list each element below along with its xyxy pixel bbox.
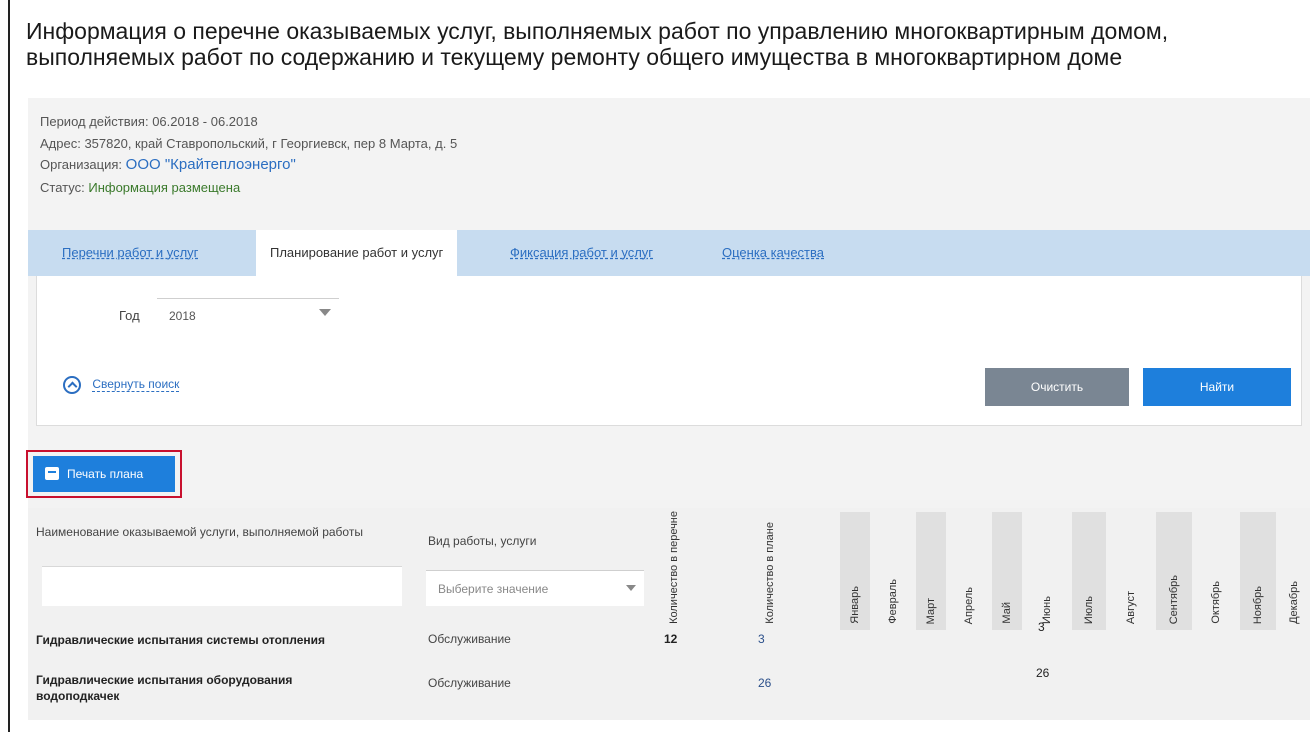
org-label: Организация: <box>40 157 123 172</box>
period-value: 06.2018 - 06.2018 <box>152 114 258 129</box>
col-header-qty-plan: Количество в плане <box>752 512 788 630</box>
status-value: Информация размещена <box>88 180 241 195</box>
month-label: Октябрь <box>1210 581 1222 624</box>
month-label: Июль <box>1083 595 1095 624</box>
year-select[interactable]: 2018 <box>157 298 339 328</box>
table-row-2-june: 26 <box>1036 666 1050 680</box>
address-value: 357820, край Ставропольский, г Георгиевс… <box>84 136 458 151</box>
col-header-qty-list-label: Количество в перечне <box>668 511 680 624</box>
col-header-qty-list: Количество в перечне <box>656 511 692 630</box>
month-label: Август <box>1125 590 1137 624</box>
table-row-2-qty-plan: 26 <box>758 676 772 690</box>
print-plan-button[interactable]: Печать плана <box>33 456 175 492</box>
print-highlight: Печать плана <box>26 450 182 498</box>
col-month-9: Сентябрь <box>1156 512 1192 630</box>
page-frame: Информация о перечне оказываемых услуг, … <box>8 0 1310 732</box>
collapse-search-label: Свернуть поиск <box>92 377 180 393</box>
col-month-12: Декабрь <box>1280 512 1308 630</box>
col-month-7: Июль <box>1072 512 1106 630</box>
kind-filter-select[interactable]: Выберите значение <box>426 570 644 606</box>
status-label: Статус: <box>40 180 85 195</box>
table-row-1-kind: Обслуживание <box>428 632 511 646</box>
period-label: Период действия: <box>40 114 149 129</box>
table-row-1-qty-plan: 3 <box>758 632 765 646</box>
month-label: Декабрь <box>1288 581 1300 624</box>
chevron-down-icon <box>319 309 331 316</box>
col-month-3: Март <box>916 512 946 630</box>
table-row-1-june: 3 <box>1038 620 1045 634</box>
name-filter-input[interactable] <box>42 566 402 606</box>
month-label: Май <box>1001 602 1013 624</box>
col-month-6: Июнь <box>1030 512 1064 630</box>
search-panel: Год 2018 Свернуть поиск Очистить Найти <box>36 276 1302 426</box>
page-title-line-1: Информация о перечне оказываемых услуг, … <box>26 18 1169 44</box>
month-label: Сентябрь <box>1168 574 1180 624</box>
table-row-2-name: Гидравлические испытания оборудования во… <box>36 673 293 703</box>
print-plan-label: Печать плана <box>67 467 144 481</box>
find-button[interactable]: Найти <box>1143 368 1291 406</box>
tab-quality[interactable]: Оценка качества <box>722 230 824 276</box>
col-month-8: Август <box>1114 512 1148 630</box>
col-month-5: Май <box>992 512 1022 630</box>
table-row-1-name: Гидравлические испытания системы отоплен… <box>36 633 325 647</box>
chevron-up-icon <box>63 376 81 394</box>
table-row-1-qty-list: 12 <box>664 632 678 646</box>
col-month-1: Январь <box>840 512 870 630</box>
address-line: Адрес: 357820, край Ставропольский, г Ге… <box>40 136 457 151</box>
collapse-search-link[interactable]: Свернуть поиск <box>63 376 180 394</box>
col-month-2: Февраль <box>878 512 908 630</box>
printer-icon <box>45 467 59 480</box>
col-header-kind: Вид работы, услуги <box>428 534 537 548</box>
status-line: Статус: Информация размещена <box>40 180 240 195</box>
table-row-2-kind: Обслуживание <box>428 676 511 690</box>
month-label: Февраль <box>887 579 899 624</box>
kind-filter-placeholder: Выберите значение <box>438 582 549 596</box>
year-value: 2018 <box>169 309 196 323</box>
year-label: Год <box>119 308 140 323</box>
month-label: Январь <box>849 586 861 624</box>
page-title-line-2: выполняемых работ по содержанию и текуще… <box>26 44 1123 70</box>
clear-button[interactable]: Очистить <box>985 368 1129 406</box>
col-month-4: Апрель <box>954 512 984 630</box>
month-label: Ноябрь <box>1252 585 1264 624</box>
chevron-down-icon <box>626 585 636 591</box>
address-label: Адрес: <box>40 136 81 151</box>
plan-table: Наименование оказываемой услуги, выполня… <box>28 508 1310 720</box>
period-line: Период действия: 06.2018 - 06.2018 <box>40 114 258 129</box>
org-link[interactable]: ООО "Крайтеплоэнерго" <box>126 156 296 173</box>
col-header-name: Наименование оказываемой услуги, выполня… <box>36 525 363 539</box>
tab-lists[interactable]: Перечни работ и услуг <box>62 230 198 276</box>
page-title: Информация о перечне оказываемых услуг, … <box>26 18 1306 70</box>
col-month-11: Ноябрь <box>1240 512 1276 630</box>
tab-bar: Перечни работ и услуг Планирование работ… <box>28 230 1310 276</box>
month-label: Март <box>925 597 937 624</box>
col-header-qty-plan-label: Количество в плане <box>764 522 776 624</box>
org-line: Организация: ООО "Крайтеплоэнерго" <box>40 156 296 173</box>
col-month-10: Октябрь <box>1198 512 1234 630</box>
tab-fixation[interactable]: Фиксация работ и услуг <box>510 230 653 276</box>
month-label: Апрель <box>963 586 975 624</box>
tab-planning[interactable]: Планирование работ и услуг <box>256 230 458 276</box>
